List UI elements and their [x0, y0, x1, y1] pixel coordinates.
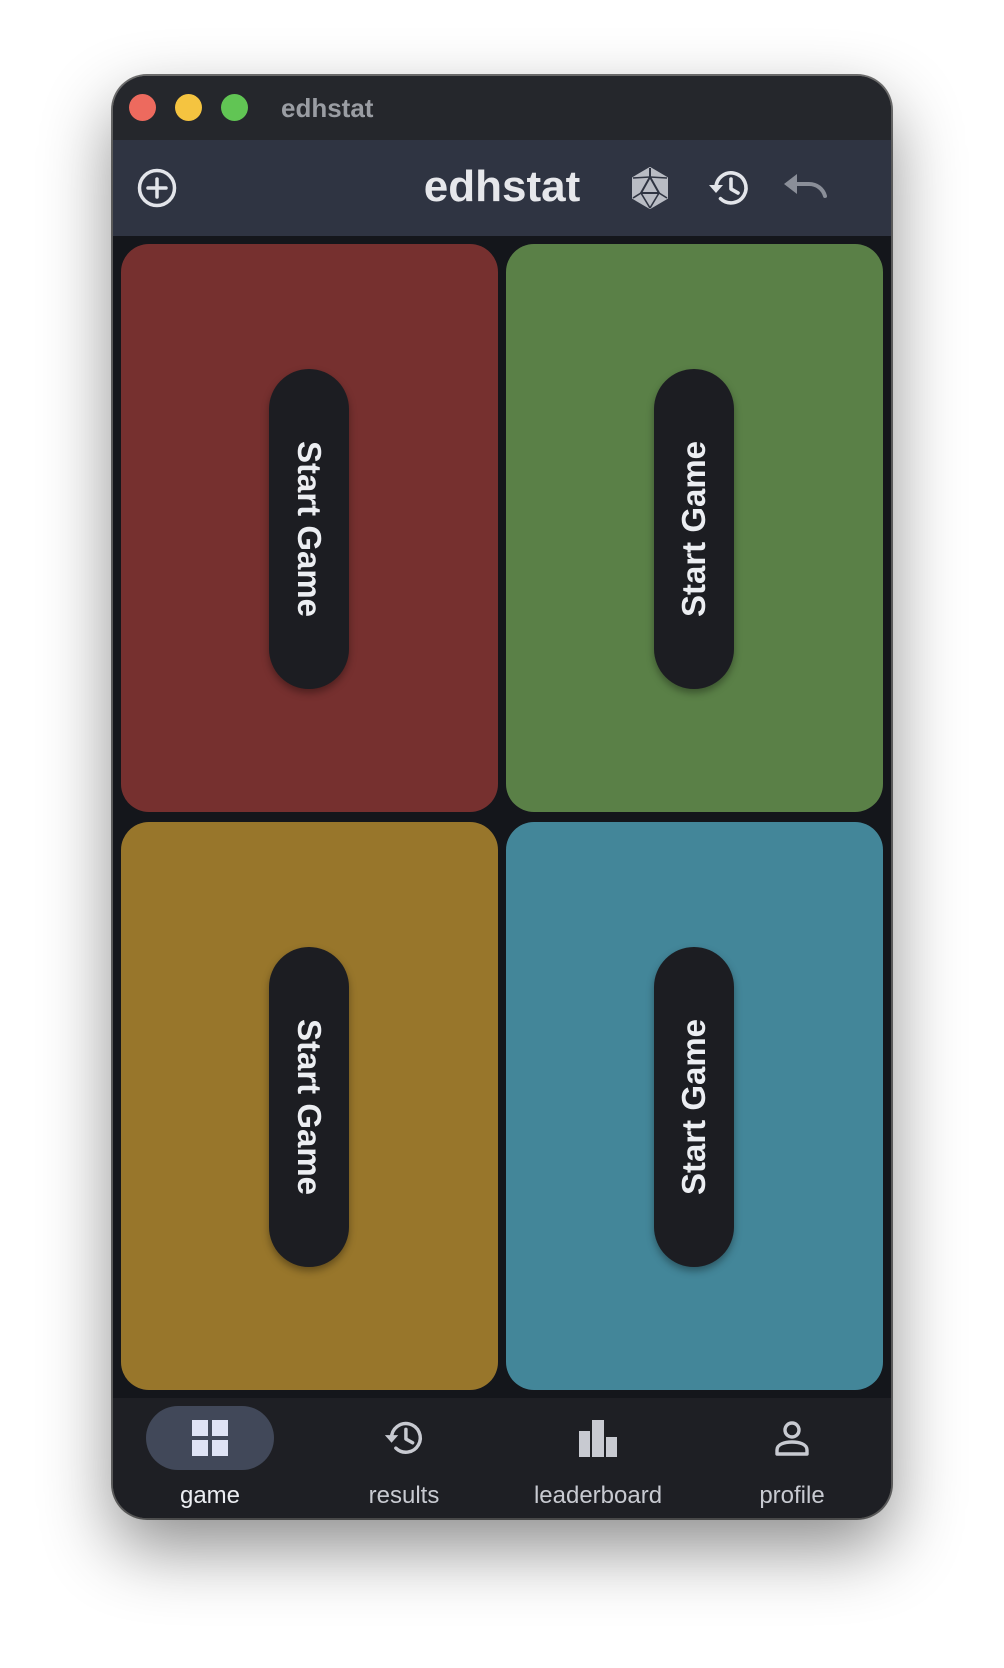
d20-dice-icon [632, 167, 668, 209]
nav-item-leaderboard[interactable]: leaderboard [501, 1398, 695, 1518]
start-game-label: Start Game [291, 440, 329, 618]
app-bar: edhstat [113, 140, 891, 236]
start-game-label: Start Game [675, 1018, 713, 1196]
nav-label: leaderboard [533, 1482, 663, 1509]
nav-indicator [728, 1406, 856, 1470]
person-icon [775, 1421, 809, 1456]
start-game-label: Start Game [675, 440, 713, 618]
player-panel-2[interactable]: Start Game [506, 244, 883, 812]
nav-item-profile[interactable]: profile [695, 1398, 889, 1518]
history-icon [384, 1421, 422, 1454]
player-grid: Start Game Start Game Start Game Start G… [113, 236, 891, 1398]
player-panel-1[interactable]: Start Game [121, 244, 498, 812]
player-panel-4[interactable]: Start Game [506, 822, 883, 1390]
player-panel-3[interactable]: Start Game [121, 822, 498, 1390]
start-game-button[interactable]: Start Game [654, 369, 734, 689]
bar-chart-icon [579, 1420, 617, 1457]
nav-label: profile [759, 1482, 825, 1509]
nav-label: results [368, 1482, 440, 1509]
undo-icon [784, 174, 827, 198]
history-icon [709, 171, 748, 205]
nav-indicator [146, 1406, 274, 1470]
nav-item-results[interactable]: results [307, 1398, 501, 1518]
window-title: edhstat [281, 93, 374, 123]
start-game-button[interactable]: Start Game [269, 947, 349, 1267]
undo-button[interactable] [781, 164, 829, 212]
nav-indicator [340, 1406, 468, 1470]
start-game-button[interactable]: Start Game [269, 369, 349, 689]
app-title: edhstat [423, 162, 581, 211]
nav-item-game[interactable]: game [113, 1398, 307, 1518]
nav-label: game [179, 1482, 241, 1509]
bottom-navigation: game results leaderboard profile [113, 1398, 891, 1518]
app-window: edhstat edhstat Start Game Start Game St… [113, 76, 891, 1518]
history-button[interactable] [705, 164, 753, 212]
dice-button[interactable] [626, 164, 674, 212]
nav-indicator [534, 1406, 662, 1470]
start-game-label: Start Game [291, 1018, 329, 1196]
window-maximize-button[interactable] [221, 94, 248, 121]
window-close-button[interactable] [129, 94, 156, 121]
grid-icon [192, 1420, 228, 1456]
start-game-button[interactable]: Start Game [654, 947, 734, 1267]
window-titlebar: edhstat [113, 76, 891, 140]
window-minimize-button[interactable] [175, 94, 202, 121]
